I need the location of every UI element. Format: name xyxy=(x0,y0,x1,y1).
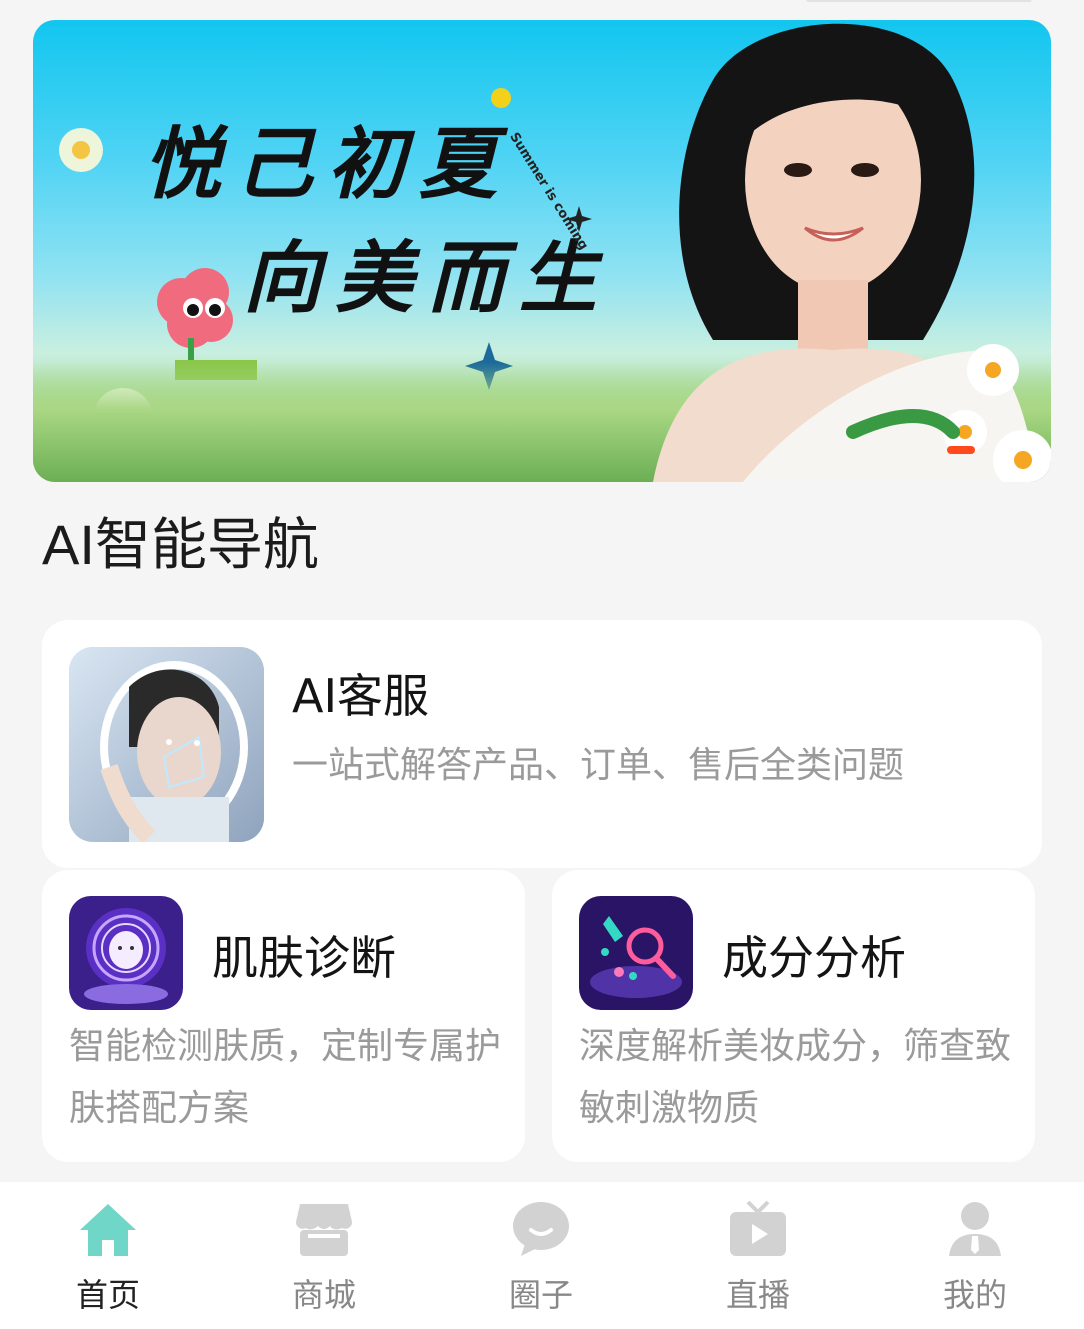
home-icon xyxy=(80,1204,136,1256)
ai-service-description: 一站式解答产品、订单、售后全类问题 xyxy=(292,745,905,786)
store-icon xyxy=(296,1204,352,1256)
tab-home-label: 首页 xyxy=(75,1276,140,1314)
tab-circle[interactable]: 圈子 xyxy=(461,1182,621,1329)
ai-service-title: AI客服 xyxy=(292,669,430,723)
tab-live-label: 直播 xyxy=(725,1276,790,1314)
banner-headline-line1: 悦己初夏 xyxy=(143,119,512,210)
bottom-tab-bar: 首页 商城 圈子 直播 我的 xyxy=(0,1182,1084,1329)
top-handle xyxy=(806,0,1032,2)
ai-service-thumbnail xyxy=(69,647,264,842)
tab-store-label: 商城 xyxy=(291,1276,356,1314)
ingredient-analysis-icon xyxy=(579,896,693,1010)
skin-diagnosis-description: 智能检测肤质，定制专属护肤搭配方案 xyxy=(69,1026,502,1129)
banner-headline-line2: 向美而生 xyxy=(243,233,612,324)
banner-model-image xyxy=(653,23,1051,482)
tab-store[interactable]: 商城 xyxy=(244,1182,404,1329)
tab-live[interactable]: 直播 xyxy=(678,1182,838,1329)
user-icon xyxy=(949,1202,1001,1256)
tab-profile-label: 我的 xyxy=(942,1276,1007,1314)
ingredient-analysis-description: 深度解析美妆成分，筛查致敏刺激物质 xyxy=(579,1026,1012,1129)
skin-diagnosis-title: 肌肤诊断 xyxy=(212,931,396,985)
banner-page-indicator[interactable] xyxy=(947,446,975,454)
ingredient-analysis-title: 成分分析 xyxy=(722,931,906,985)
skin-diagnosis-card[interactable]: 肌肤诊断 智能检测肤质，定制专属护肤搭配方案 xyxy=(42,870,525,1162)
chat-bubble-icon xyxy=(513,1202,569,1256)
tv-play-icon xyxy=(730,1200,786,1256)
tab-home[interactable]: 首页 xyxy=(28,1182,188,1329)
ingredient-analysis-card[interactable]: 成分分析 深度解析美妆成分，筛查致敏刺激物质 xyxy=(552,870,1035,1162)
promo-banner[interactable]: 悦己初夏 向美而生 Summer is coming xyxy=(33,20,1051,482)
tab-profile[interactable]: 我的 xyxy=(895,1182,1055,1329)
skin-diagnosis-icon xyxy=(69,896,183,1010)
section-title: AI智能导航 xyxy=(42,513,319,576)
tab-circle-label: 圈子 xyxy=(508,1276,573,1314)
ai-service-card[interactable]: AI客服 一站式解答产品、订单、售后全类问题 xyxy=(42,620,1042,868)
